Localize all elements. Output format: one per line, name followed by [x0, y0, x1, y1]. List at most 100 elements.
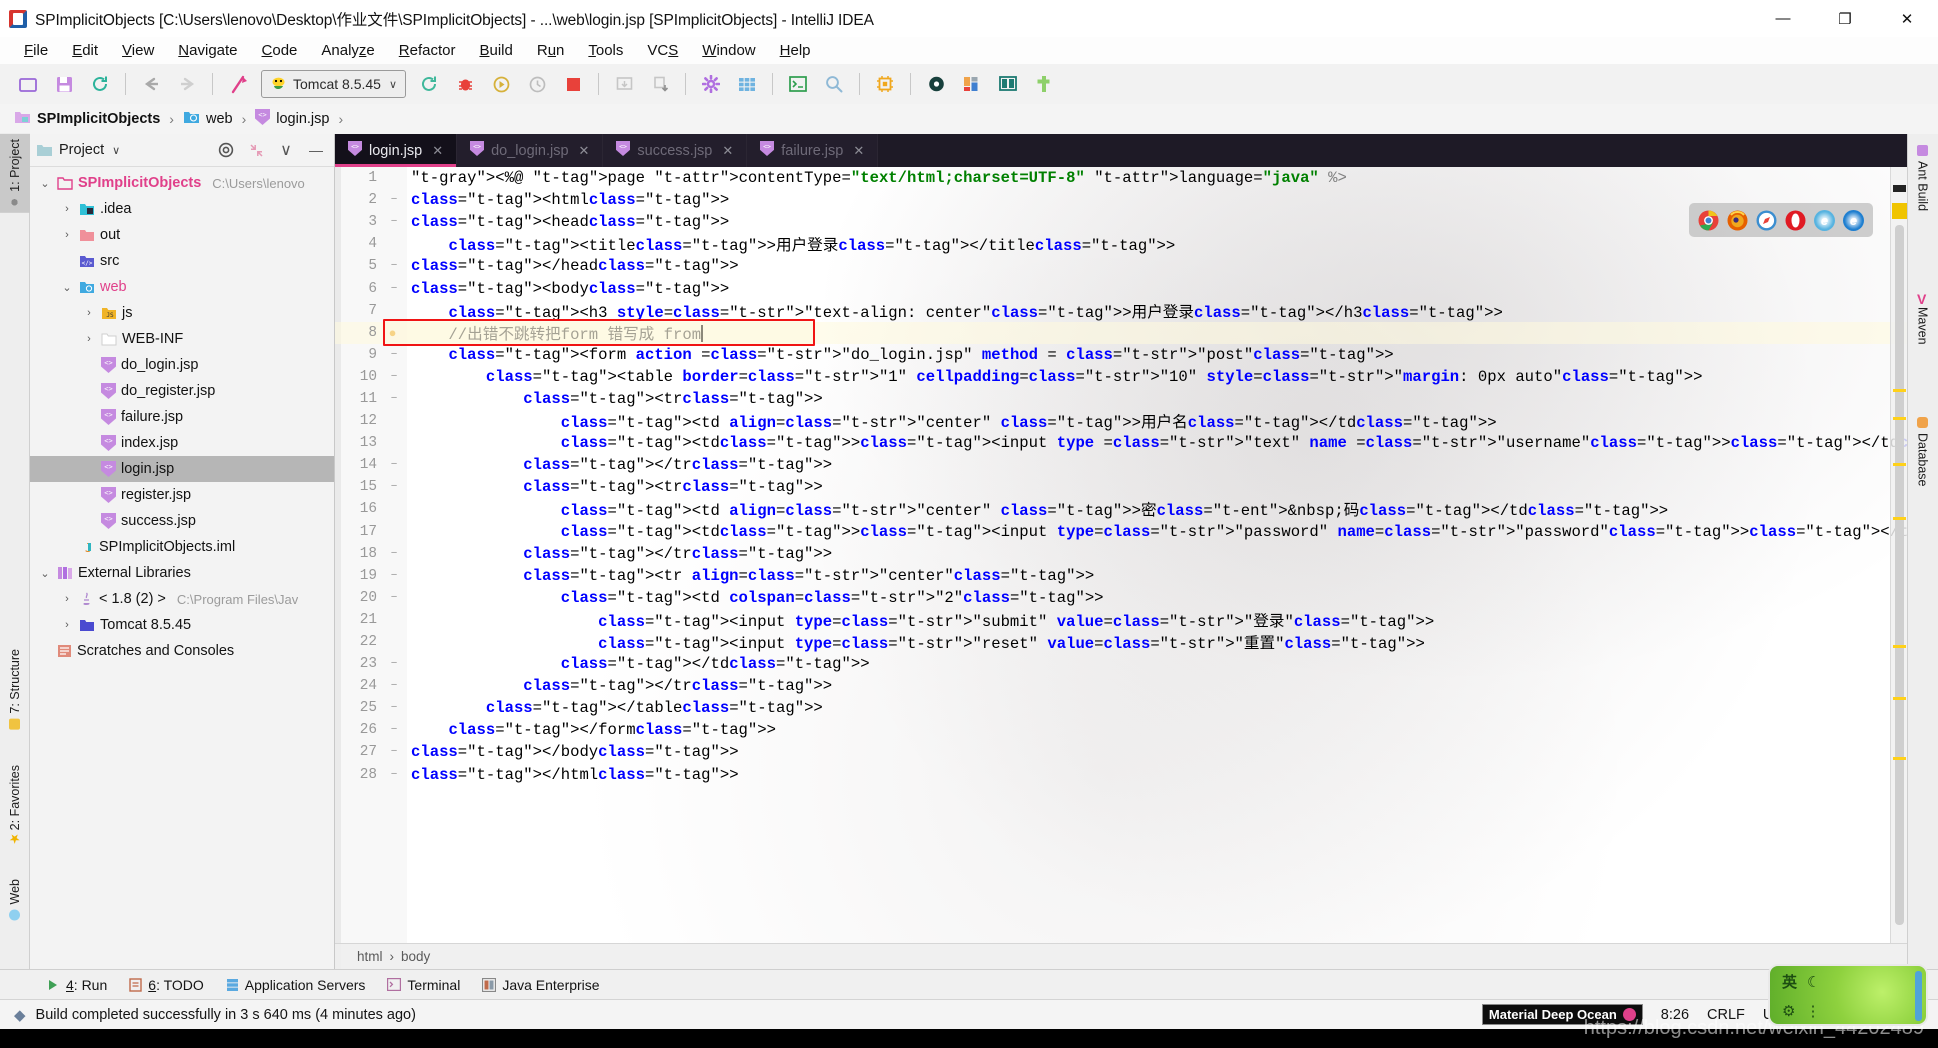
ide-scripting-icon[interactable]	[870, 70, 900, 98]
code-line[interactable]: 16 class="t-tag"><td align=class="t-str"…	[335, 498, 1907, 520]
tree-item-web[interactable]: ⌄ web	[30, 274, 334, 300]
caret-position[interactable]: 8:26	[1661, 1007, 1689, 1023]
menu-navigate[interactable]: Navigate	[166, 40, 249, 61]
code-line[interactable]: 1 "t-gray"><%@ "t-tag">page "t-attr">cont…	[335, 167, 1907, 189]
breadcrumb-item-login-jsp[interactable]: <> login.jsp	[255, 109, 329, 129]
sidebar-item-structure[interactable]: 7: Structure	[0, 644, 30, 735]
chevron-right-icon[interactable]: ›	[82, 307, 96, 319]
tree-item-src[interactable]: </> src	[30, 248, 334, 274]
open-project-icon[interactable]	[13, 70, 43, 98]
editor-breadcrumb-item-html[interactable]: html	[357, 949, 383, 964]
chevron-down-icon[interactable]: ∨	[112, 144, 120, 157]
save-all-icon[interactable]	[49, 70, 79, 98]
ime-mode-row[interactable]: 英 ☾	[1782, 971, 1926, 992]
close-icon[interactable]: ✕	[722, 143, 733, 159]
close-icon[interactable]: ✕	[853, 143, 864, 159]
code-line[interactable]: 28− class="t-tag"></htmlclass="t-tag">>	[335, 764, 1907, 786]
terminal-icon[interactable]	[783, 70, 813, 98]
firefox-icon[interactable]	[1727, 210, 1748, 231]
chrome-icon[interactable]	[1698, 210, 1719, 231]
code-line[interactable]: 22 class="t-tag"><input type=class="t-st…	[335, 631, 1907, 653]
stop-icon[interactable]	[558, 70, 588, 98]
code-line[interactable]: 9− class="t-tag"><form action =class="t-…	[335, 344, 1907, 366]
options-icon[interactable]: ∨	[274, 138, 298, 162]
debug-icon[interactable]	[450, 70, 480, 98]
search-everywhere-icon[interactable]	[819, 70, 849, 98]
browser-launcher-bar[interactable]: ee	[1689, 203, 1873, 237]
deploy-icon[interactable]	[645, 70, 675, 98]
chevron-right-icon[interactable]: ›	[60, 619, 74, 631]
editor-tab-do_login-jsp[interactable]: <> do_login.jsp ✕	[457, 134, 604, 167]
line-separator[interactable]: CRLF	[1707, 1007, 1745, 1023]
settings-gear-icon[interactable]	[696, 70, 726, 98]
editor-tab-login-jsp[interactable]: <> login.jsp ✕	[335, 134, 458, 167]
bottom-tool-java-enterprise[interactable]: Java Enterprise	[482, 977, 600, 993]
fold-marker-icon[interactable]: −	[381, 680, 407, 692]
tree-item-scratches-and-consoles[interactable]: Scratches and Consoles	[30, 638, 334, 664]
fold-marker-icon[interactable]: −	[381, 194, 407, 206]
menu-edit[interactable]: Edit	[60, 40, 110, 61]
tree-item-register-jsp[interactable]: <> register.jsp	[30, 482, 334, 508]
tree-item-external-libraries[interactable]: ⌄ External Libraries	[30, 560, 334, 586]
tree-item-spimplicitobjects-iml[interactable]: J SPImplicitObjects.iml	[30, 534, 334, 560]
fold-marker-icon[interactable]: −	[381, 459, 407, 471]
scrollbar-thumb[interactable]	[1895, 225, 1904, 925]
project-structure-icon[interactable]	[732, 70, 762, 98]
fold-marker-icon[interactable]: −	[381, 702, 407, 714]
fold-marker-icon[interactable]: −	[381, 481, 407, 493]
profile-icon[interactable]	[522, 70, 552, 98]
code-line[interactable]: 19− class="t-tag"><tr align=class="t-str…	[335, 565, 1907, 587]
tree-item---1-8--2---[interactable]: › < 1.8 (2) > C:\Program Files\Jav	[30, 586, 334, 612]
chevron-right-icon[interactable]: ›	[60, 203, 74, 215]
ant-build-icon[interactable]	[1029, 70, 1059, 98]
fold-marker-icon[interactable]: −	[381, 658, 407, 670]
code-line[interactable]: 3− class="t-tag"><headclass="t-tag">>	[335, 211, 1907, 233]
chevron-right-icon[interactable]: ›	[60, 229, 74, 241]
sidebar-item-maven[interactable]: V Maven	[1907, 286, 1938, 350]
code-line[interactable]: 13 class="t-tag"><tdclass="t-tag">>class…	[335, 432, 1907, 454]
edge-icon[interactable]: e	[1843, 209, 1864, 231]
sidebar-item-favorites[interactable]: ★ 2: Favorites	[0, 760, 30, 851]
database-icon[interactable]	[921, 70, 951, 98]
tree-item-tomcat-8-5-45[interactable]: › Tomcat 8.5.45	[30, 612, 334, 638]
tree-item-js[interactable]: › JS js	[30, 300, 334, 326]
editor-tab-success-jsp[interactable]: <> success.jsp ✕	[603, 134, 748, 167]
internet-explorer-icon[interactable]: e	[1814, 209, 1835, 231]
menu-file[interactable]: File	[12, 40, 60, 61]
forward-icon[interactable]	[172, 70, 202, 98]
run-with-coverage-icon[interactable]	[486, 70, 516, 98]
chevron-right-icon[interactable]: ›	[60, 593, 74, 605]
code-line[interactable]: 10− class="t-tag"><table border=class="t…	[335, 366, 1907, 388]
sidebar-item-ant-build[interactable]: Ant Build	[1907, 140, 1938, 216]
menu-build[interactable]: Build	[467, 40, 524, 61]
minimize-button[interactable]: —	[1752, 0, 1814, 37]
bottom-tool-application-servers[interactable]: Application Servers	[226, 977, 365, 993]
theme-indicator[interactable]: Material Deep Ocean	[1481, 1004, 1643, 1025]
close-icon[interactable]: ✕	[432, 143, 443, 159]
run-anything-icon[interactable]	[223, 70, 253, 98]
menu-window[interactable]: Window	[690, 40, 767, 61]
tree-item-failure-jsp[interactable]: <> failure.jsp	[30, 404, 334, 430]
code-line[interactable]: 11− class="t-tag"><trclass="t-tag">>	[335, 388, 1907, 410]
rerun-icon[interactable]	[414, 70, 444, 98]
breadcrumb-item-web[interactable]: web	[183, 110, 233, 128]
fold-marker-icon[interactable]: −	[381, 371, 407, 383]
tree-item--idea[interactable]: › .idea	[30, 196, 334, 222]
menu-refactor[interactable]: Refactor	[387, 40, 468, 61]
gear-icon[interactable]: ⚙	[1782, 1002, 1795, 1020]
run-configuration-selector[interactable]: Tomcat 8.5.45 ∨	[261, 70, 406, 98]
tree-item-web-inf[interactable]: › WEB-INF	[30, 326, 334, 352]
sidebar-item-web[interactable]: Web	[0, 874, 30, 925]
opera-icon[interactable]	[1785, 210, 1806, 231]
tree-item-spimplicitobjects[interactable]: ⌄ SPImplicitObjects C:\Users\lenovo	[30, 170, 334, 196]
chevron-down-icon[interactable]: ⌄	[38, 567, 52, 580]
code-line[interactable]: 14− class="t-tag"></trclass="t-tag">>	[335, 454, 1907, 476]
fold-marker-icon[interactable]: −	[381, 283, 407, 295]
fold-marker-icon[interactable]: −	[381, 216, 407, 228]
editor-breadcrumb-item-body[interactable]: body	[401, 949, 430, 964]
fold-marker-icon[interactable]: −	[381, 769, 407, 781]
bottom-tool-4--run[interactable]: 4: Run	[46, 977, 107, 993]
menu-analyze[interactable]: Analyze	[309, 40, 386, 61]
fold-marker-icon[interactable]: −	[381, 724, 407, 736]
tree-item-login-jsp[interactable]: <> login.jsp	[30, 456, 334, 482]
